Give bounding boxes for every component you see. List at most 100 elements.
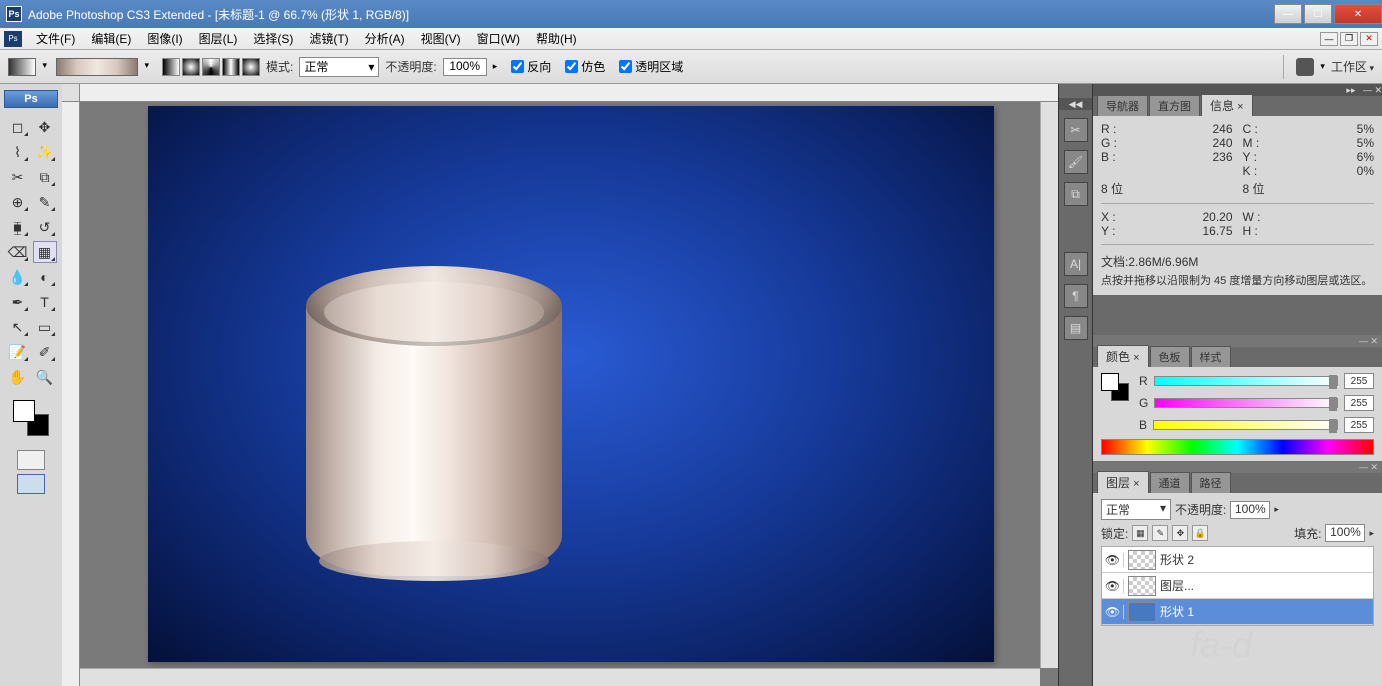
layer-opacity-input[interactable]: 100% [1230, 501, 1270, 519]
g-value[interactable]: 255 [1344, 395, 1374, 411]
gradient-reflected-icon[interactable] [222, 58, 240, 76]
blur-tool[interactable]: 💧 [6, 266, 30, 288]
dock-brush-icon[interactable]: 🖌 [1064, 150, 1088, 174]
tab-swatches[interactable]: 色板 [1150, 346, 1190, 367]
menu-image[interactable]: 图像(I) [139, 28, 190, 49]
history-brush-tool[interactable]: ↺ [33, 216, 57, 238]
scrollbar-horizontal[interactable] [80, 668, 1040, 686]
r-value[interactable]: 255 [1344, 373, 1374, 389]
fill-input[interactable]: 100% [1325, 524, 1365, 542]
path-select-tool[interactable]: ↖ [6, 316, 30, 338]
tab-histogram[interactable]: 直方图 [1149, 95, 1200, 116]
lock-transparent-icon[interactable]: ▦ [1132, 525, 1148, 541]
wand-tool[interactable]: ✨ [33, 141, 57, 163]
close-button[interactable]: ✕ [1334, 4, 1382, 24]
screenmode-button[interactable] [17, 474, 45, 494]
menu-help[interactable]: 帮助(H) [528, 28, 585, 49]
zoom-tool[interactable]: 🔍 [33, 366, 57, 388]
notes-tool[interactable]: 📝 [6, 341, 30, 363]
b-slider[interactable] [1153, 420, 1338, 430]
slice-tool[interactable]: ⧉ [33, 166, 57, 188]
dock-clone-icon[interactable]: ⧉ [1064, 182, 1088, 206]
marquee-tool[interactable]: ◻ [6, 116, 30, 138]
pen-tool[interactable]: ✒ [6, 291, 30, 313]
reverse-check[interactable]: 反向 [511, 58, 551, 75]
menu-select[interactable]: 选择(S) [245, 28, 301, 49]
tab-channels[interactable]: 通道 [1150, 472, 1190, 493]
ruler-horizontal[interactable] [80, 84, 1058, 102]
mode-select[interactable]: 正常▾ [299, 57, 379, 77]
move-tool[interactable]: ✥ [33, 116, 57, 138]
gradient-tool[interactable]: ▦ [33, 241, 57, 263]
maximize-button[interactable]: ☐ [1304, 4, 1332, 24]
transparency-check[interactable]: 透明区域 [619, 58, 683, 75]
heal-tool[interactable]: ⊕ [6, 191, 30, 213]
workspace-dropdown[interactable]: 工作区 [1331, 58, 1374, 75]
tab-info[interactable]: 信息 × [1201, 94, 1253, 116]
gradient-angle-icon[interactable] [202, 58, 220, 76]
document-canvas[interactable] [148, 106, 994, 662]
opacity-input[interactable]: 100% [443, 58, 487, 76]
blend-mode-select[interactable]: 正常▾ [1101, 499, 1171, 520]
layer-thumb[interactable] [1128, 576, 1156, 596]
tab-navigator[interactable]: 导航器 [1097, 95, 1148, 116]
layer-row[interactable]: 👁 形状 1 [1102, 599, 1373, 625]
gradient-radial-icon[interactable] [182, 58, 200, 76]
scrollbar-vertical[interactable] [1040, 102, 1058, 668]
dither-check[interactable]: 仿色 [565, 58, 605, 75]
mdi-restore[interactable]: ❐ [1340, 32, 1358, 46]
menu-view[interactable]: 视图(V) [413, 28, 469, 49]
dodge-tool[interactable]: ◐ [33, 266, 57, 288]
layer-thumb[interactable] [1128, 602, 1156, 622]
hand-tool[interactable]: ✋ [6, 366, 30, 388]
lock-position-icon[interactable]: ✥ [1172, 525, 1188, 541]
layer-row[interactable]: 👁 形状 2 [1102, 547, 1373, 573]
menu-layer[interactable]: 图层(L) [191, 28, 246, 49]
menu-filter[interactable]: 滤镜(T) [301, 28, 356, 49]
eyedropper-tool[interactable]: ✐ [33, 341, 57, 363]
brush-tool[interactable]: ✎ [33, 191, 57, 213]
tab-paths[interactable]: 路径 [1191, 472, 1231, 493]
r-slider[interactable] [1154, 376, 1338, 386]
visibility-icon[interactable]: 👁 [1102, 605, 1124, 619]
minimize-button[interactable]: — [1274, 4, 1302, 24]
menu-analysis[interactable]: 分析(A) [357, 28, 413, 49]
mdi-minimize[interactable]: — [1320, 32, 1338, 46]
gradient-diamond-icon[interactable] [242, 58, 260, 76]
stamp-tool[interactable]: ⧯ [6, 216, 30, 238]
menu-file[interactable]: 文件(F) [28, 28, 83, 49]
visibility-icon[interactable]: 👁 [1102, 579, 1124, 593]
lasso-tool[interactable]: ⌇ [6, 141, 30, 163]
brush-panel-icon[interactable] [1296, 58, 1314, 76]
lock-pixels-icon[interactable]: ✎ [1152, 525, 1168, 541]
gradient-swatch[interactable] [8, 58, 36, 76]
dock-collapse[interactable]: ◀◀ [1059, 98, 1092, 110]
shape-tool[interactable]: ▭ [33, 316, 57, 338]
type-tool[interactable]: T [33, 291, 57, 313]
menu-window[interactable]: 窗口(W) [469, 28, 528, 49]
eraser-tool[interactable]: ⌫ [6, 241, 30, 263]
ruler-vertical[interactable] [62, 102, 80, 686]
color-swatches[interactable] [13, 400, 49, 436]
spectrum-bar[interactable] [1101, 439, 1374, 455]
menu-edit[interactable]: 编辑(E) [83, 28, 139, 49]
quickmask-button[interactable] [17, 450, 45, 470]
gradient-preview[interactable] [56, 58, 138, 76]
mdi-close[interactable]: ✕ [1360, 32, 1378, 46]
lock-all-icon[interactable]: 🔒 [1192, 525, 1208, 541]
color-swatch-pair[interactable] [1101, 373, 1129, 401]
g-slider[interactable] [1154, 398, 1338, 408]
gradient-linear-icon[interactable] [162, 58, 180, 76]
b-value[interactable]: 255 [1344, 417, 1374, 433]
layer-thumb[interactable] [1128, 550, 1156, 570]
tab-styles[interactable]: 样式 [1191, 346, 1231, 367]
toolbar-header[interactable]: Ps [4, 90, 58, 108]
dock-layers-icon[interactable]: ▤ [1064, 316, 1088, 340]
layer-row[interactable]: 👁 图层... [1102, 573, 1373, 599]
dock-char-icon[interactable]: A| [1064, 252, 1088, 276]
dock-tools-icon[interactable]: ✂ [1064, 118, 1088, 142]
tab-color[interactable]: 颜色 × [1097, 345, 1149, 367]
crop-tool[interactable]: ✂ [6, 166, 30, 188]
dock-para-icon[interactable]: ¶ [1064, 284, 1088, 308]
tab-layers[interactable]: 图层 × [1097, 471, 1149, 493]
